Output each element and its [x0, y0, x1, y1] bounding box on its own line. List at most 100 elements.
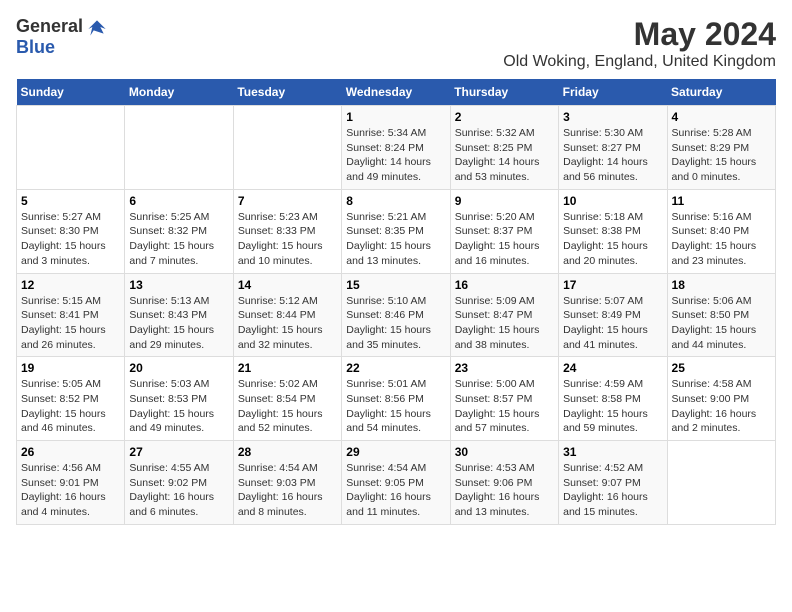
- page-header: General Blue May 2024 Old Woking, Englan…: [16, 16, 776, 71]
- day-info: Sunrise: 5:34 AM Sunset: 8:24 PM Dayligh…: [346, 126, 445, 185]
- calendar-cell: 9 Sunrise: 5:20 AM Sunset: 8:37 PM Daylig…: [450, 189, 558, 273]
- calendar-header-row: SundayMondayTuesdayWednesdayThursdayFrid…: [17, 79, 776, 106]
- day-number: 2: [455, 110, 554, 124]
- day-number: 26: [21, 445, 120, 459]
- logo-blue-text: Blue: [16, 37, 55, 58]
- calendar-cell: 29 Sunrise: 4:54 AM Sunset: 9:05 PM Dayli…: [342, 441, 450, 525]
- day-header-saturday: Saturday: [667, 79, 775, 106]
- calendar-cell: [667, 441, 775, 525]
- calendar-cell: 22 Sunrise: 5:01 AM Sunset: 8:56 PM Dayli…: [342, 357, 450, 441]
- calendar-cell: 19Sunrise: 5:05 AM Sunset: 8:52 PM Dayli…: [17, 357, 125, 441]
- day-number: 1: [346, 110, 445, 124]
- day-info: Sunrise: 5:05 AM Sunset: 8:52 PM Dayligh…: [21, 377, 120, 436]
- day-number: 17: [563, 278, 662, 292]
- day-header-friday: Friday: [559, 79, 667, 106]
- day-info: Sunrise: 5:00 AM Sunset: 8:57 PM Dayligh…: [455, 377, 554, 436]
- day-info: Sunrise: 4:53 AM Sunset: 9:06 PM Dayligh…: [455, 461, 554, 520]
- day-number: 6: [129, 194, 228, 208]
- calendar-cell: 4 Sunrise: 5:28 AM Sunset: 8:29 PM Daylig…: [667, 106, 775, 190]
- day-info: Sunrise: 5:06 AM Sunset: 8:50 PM Dayligh…: [672, 294, 771, 353]
- calendar-cell: 12Sunrise: 5:15 AM Sunset: 8:41 PM Dayli…: [17, 273, 125, 357]
- day-number: 25: [672, 361, 771, 375]
- calendar-cell: 20 Sunrise: 5:03 AM Sunset: 8:53 PM Dayli…: [125, 357, 233, 441]
- calendar-cell: 14Sunrise: 5:12 AM Sunset: 8:44 PM Dayli…: [233, 273, 341, 357]
- day-info: Sunrise: 5:30 AM Sunset: 8:27 PM Dayligh…: [563, 126, 662, 185]
- day-info: Sunrise: 4:55 AM Sunset: 9:02 PM Dayligh…: [129, 461, 228, 520]
- day-info: Sunrise: 5:15 AM Sunset: 8:41 PM Dayligh…: [21, 294, 120, 353]
- day-number: 28: [238, 445, 337, 459]
- day-header-tuesday: Tuesday: [233, 79, 341, 106]
- calendar-cell: 6Sunrise: 5:25 AM Sunset: 8:32 PM Daylig…: [125, 189, 233, 273]
- day-number: 9: [455, 194, 554, 208]
- day-info: Sunrise: 4:54 AM Sunset: 9:03 PM Dayligh…: [238, 461, 337, 520]
- calendar-cell: 11Sunrise: 5:16 AM Sunset: 8:40 PM Dayli…: [667, 189, 775, 273]
- day-info: Sunrise: 5:28 AM Sunset: 8:29 PM Dayligh…: [672, 126, 771, 185]
- day-number: 10: [563, 194, 662, 208]
- day-header-monday: Monday: [125, 79, 233, 106]
- day-number: 7: [238, 194, 337, 208]
- calendar-cell: 16 Sunrise: 5:09 AM Sunset: 8:47 PM Dayli…: [450, 273, 558, 357]
- calendar-cell: [17, 106, 125, 190]
- day-number: 3: [563, 110, 662, 124]
- calendar-cell: 17 Sunrise: 5:07 AM Sunset: 8:49 PM Dayli…: [559, 273, 667, 357]
- day-info: Sunrise: 5:21 AM Sunset: 8:35 PM Dayligh…: [346, 210, 445, 269]
- day-number: 15: [346, 278, 445, 292]
- day-number: 13: [129, 278, 228, 292]
- calendar-week-row: 1 Sunrise: 5:34 AM Sunset: 8:24 PM Daylig…: [17, 106, 776, 190]
- calendar-cell: 27 Sunrise: 4:55 AM Sunset: 9:02 PM Dayli…: [125, 441, 233, 525]
- calendar-cell: 30 Sunrise: 4:53 AM Sunset: 9:06 PM Dayli…: [450, 441, 558, 525]
- logo-general-text: General: [16, 16, 83, 37]
- day-number: 31: [563, 445, 662, 459]
- calendar-cell: 21 Sunrise: 5:02 AM Sunset: 8:54 PM Dayli…: [233, 357, 341, 441]
- day-info: Sunrise: 5:01 AM Sunset: 8:56 PM Dayligh…: [346, 377, 445, 436]
- calendar-cell: 8Sunrise: 5:21 AM Sunset: 8:35 PM Daylig…: [342, 189, 450, 273]
- calendar-week-row: 12Sunrise: 5:15 AM Sunset: 8:41 PM Dayli…: [17, 273, 776, 357]
- day-info: Sunrise: 5:10 AM Sunset: 8:46 PM Dayligh…: [346, 294, 445, 353]
- calendar-cell: 1 Sunrise: 5:34 AM Sunset: 8:24 PM Daylig…: [342, 106, 450, 190]
- calendar-cell: 2 Sunrise: 5:32 AM Sunset: 8:25 PM Daylig…: [450, 106, 558, 190]
- day-info: Sunrise: 5:20 AM Sunset: 8:37 PM Dayligh…: [455, 210, 554, 269]
- day-info: Sunrise: 4:56 AM Sunset: 9:01 PM Dayligh…: [21, 461, 120, 520]
- day-number: 11: [672, 194, 771, 208]
- day-info: Sunrise: 5:03 AM Sunset: 8:53 PM Dayligh…: [129, 377, 228, 436]
- day-info: Sunrise: 5:09 AM Sunset: 8:47 PM Dayligh…: [455, 294, 554, 353]
- calendar-week-row: 19Sunrise: 5:05 AM Sunset: 8:52 PM Dayli…: [17, 357, 776, 441]
- day-number: 21: [238, 361, 337, 375]
- day-info: Sunrise: 5:23 AM Sunset: 8:33 PM Dayligh…: [238, 210, 337, 269]
- day-number: 29: [346, 445, 445, 459]
- calendar-week-row: 5 Sunrise: 5:27 AM Sunset: 8:30 PM Daylig…: [17, 189, 776, 273]
- day-info: Sunrise: 5:13 AM Sunset: 8:43 PM Dayligh…: [129, 294, 228, 353]
- day-number: 30: [455, 445, 554, 459]
- day-info: Sunrise: 5:02 AM Sunset: 8:54 PM Dayligh…: [238, 377, 337, 436]
- calendar-week-row: 26 Sunrise: 4:56 AM Sunset: 9:01 PM Dayli…: [17, 441, 776, 525]
- day-number: 5: [21, 194, 120, 208]
- calendar-cell: 26 Sunrise: 4:56 AM Sunset: 9:01 PM Dayli…: [17, 441, 125, 525]
- day-number: 16: [455, 278, 554, 292]
- day-info: Sunrise: 5:18 AM Sunset: 8:38 PM Dayligh…: [563, 210, 662, 269]
- day-info: Sunrise: 5:07 AM Sunset: 8:49 PM Dayligh…: [563, 294, 662, 353]
- day-info: Sunrise: 4:59 AM Sunset: 8:58 PM Dayligh…: [563, 377, 662, 436]
- page-title: May 2024: [503, 16, 776, 53]
- day-number: 4: [672, 110, 771, 124]
- day-info: Sunrise: 4:52 AM Sunset: 9:07 PM Dayligh…: [563, 461, 662, 520]
- day-header-thursday: Thursday: [450, 79, 558, 106]
- day-header-sunday: Sunday: [17, 79, 125, 106]
- logo: General Blue: [16, 16, 107, 58]
- day-info: Sunrise: 5:32 AM Sunset: 8:25 PM Dayligh…: [455, 126, 554, 185]
- calendar-cell: 18Sunrise: 5:06 AM Sunset: 8:50 PM Dayli…: [667, 273, 775, 357]
- title-block: May 2024 Old Woking, England, United Kin…: [503, 16, 776, 71]
- day-number: 20: [129, 361, 228, 375]
- day-info: Sunrise: 5:27 AM Sunset: 8:30 PM Dayligh…: [21, 210, 120, 269]
- calendar-cell: 23Sunrise: 5:00 AM Sunset: 8:57 PM Dayli…: [450, 357, 558, 441]
- day-info: Sunrise: 5:12 AM Sunset: 8:44 PM Dayligh…: [238, 294, 337, 353]
- day-header-wednesday: Wednesday: [342, 79, 450, 106]
- calendar-cell: 31 Sunrise: 4:52 AM Sunset: 9:07 PM Dayli…: [559, 441, 667, 525]
- day-number: 22: [346, 361, 445, 375]
- calendar-cell: 15 Sunrise: 5:10 AM Sunset: 8:46 PM Dayli…: [342, 273, 450, 357]
- day-number: 27: [129, 445, 228, 459]
- calendar-cell: 13 Sunrise: 5:13 AM Sunset: 8:43 PM Dayli…: [125, 273, 233, 357]
- day-info: Sunrise: 4:54 AM Sunset: 9:05 PM Dayligh…: [346, 461, 445, 520]
- page-subtitle: Old Woking, England, United Kingdom: [503, 53, 776, 71]
- calendar-cell: 5 Sunrise: 5:27 AM Sunset: 8:30 PM Daylig…: [17, 189, 125, 273]
- calendar-cell: 7 Sunrise: 5:23 AM Sunset: 8:33 PM Daylig…: [233, 189, 341, 273]
